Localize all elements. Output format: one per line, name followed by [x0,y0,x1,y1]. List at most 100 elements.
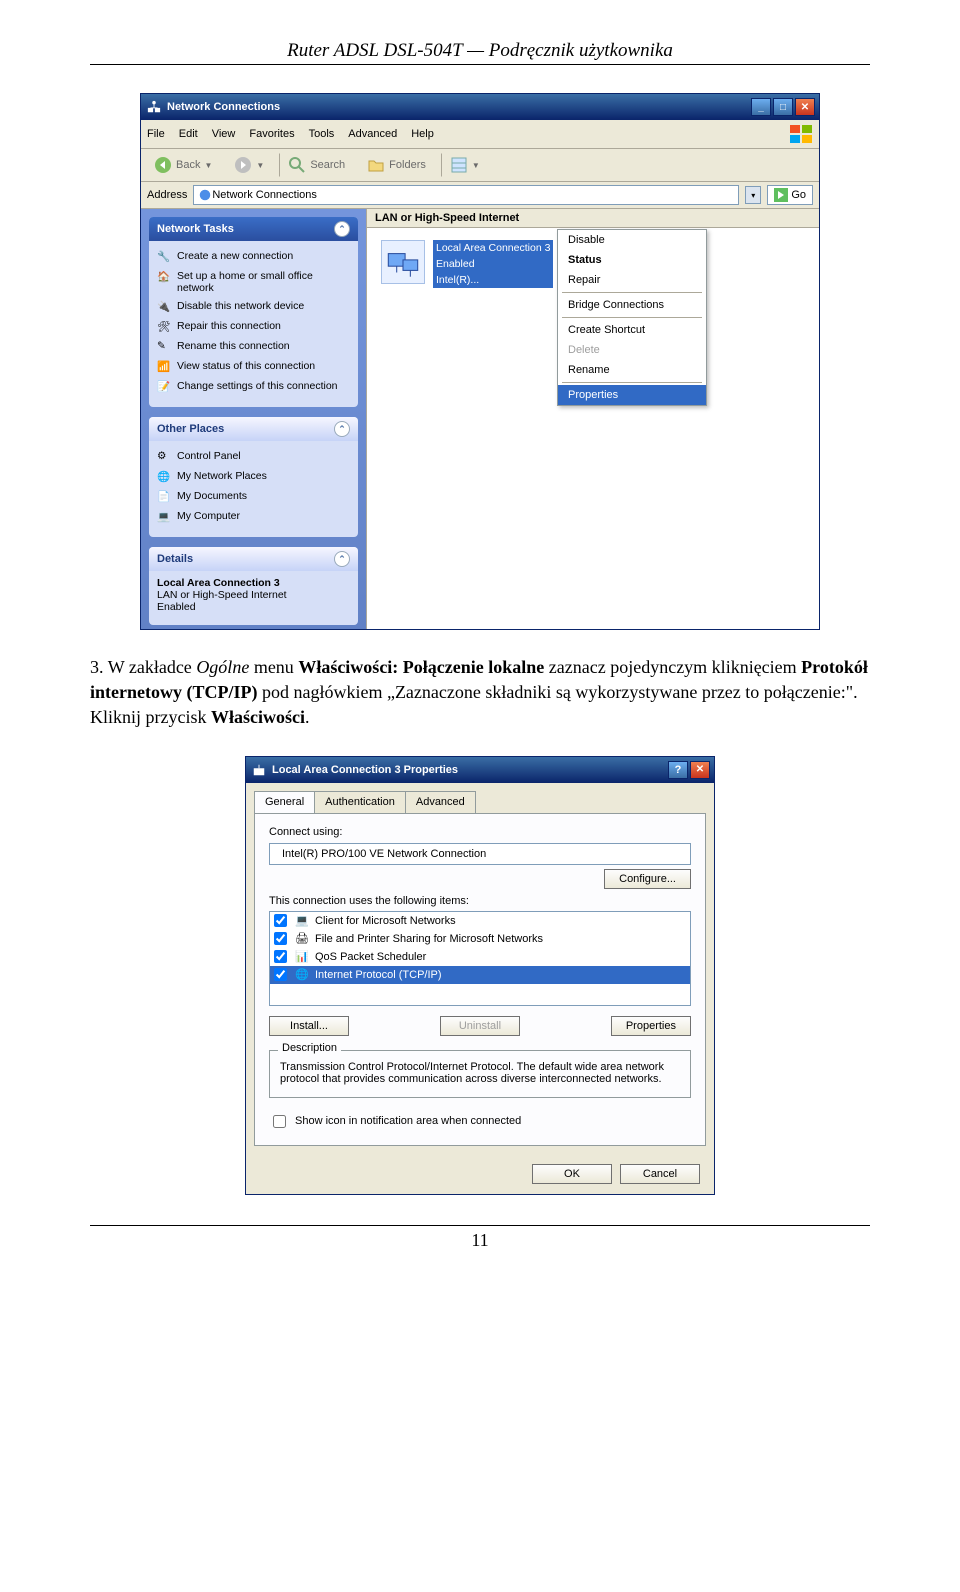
place-item[interactable]: 💻My Computer [157,507,350,527]
ctx-create-shortcut[interactable]: Create Shortcut [558,320,706,340]
window-title: Network Connections [167,101,749,113]
network-icon [147,100,161,114]
task-item[interactable]: ✎Rename this connection [157,337,350,357]
task-item[interactable]: 🛠Repair this connection [157,317,350,337]
component-item[interactable]: 📊 QoS Packet Scheduler [270,948,690,966]
place-item[interactable]: 📄My Documents [157,487,350,507]
component-item-selected[interactable]: 🌐 Internet Protocol (TCP/IP) [270,966,690,984]
ctx-properties[interactable]: Properties [558,385,706,405]
show-icon-label: Show icon in notification area when conn… [295,1115,521,1127]
go-arrow-icon [774,188,788,202]
menu-favorites[interactable]: Favorites [249,128,294,140]
panel-title: Details [157,553,193,565]
search-button[interactable]: Search [279,153,352,177]
component-checkbox[interactable] [274,914,287,927]
close-button[interactable]: ✕ [795,98,815,116]
component-item[interactable]: 💻 Client for Microsoft Networks [270,912,690,930]
ctx-bridge[interactable]: Bridge Connections [558,295,706,315]
tab-strip: General Authentication Advanced [246,783,714,813]
menu-help[interactable]: Help [411,128,434,140]
connection-state: Enabled [433,256,553,272]
ctx-disable[interactable]: Disable [558,230,706,250]
uses-label: This connection uses the following items… [269,895,691,907]
menu-view[interactable]: View [212,128,236,140]
collapse-icon[interactable]: ⌃ [334,421,350,437]
component-checkbox[interactable] [274,968,287,981]
tab-advanced[interactable]: Advanced [405,791,476,813]
details-type: LAN or High-Speed Internet [157,589,287,601]
my-computer-icon: 💻 [157,510,171,524]
description-groupbox: Description Transmission Control Protoco… [269,1050,691,1098]
address-dropdown-button[interactable]: ▾ [745,186,761,204]
category-header: LAN or High-Speed Internet [367,209,819,228]
views-button[interactable]: ▼ [441,153,487,177]
collapse-icon[interactable]: ⌃ [334,551,350,567]
connection-icon [381,240,425,284]
toolbar: Back ▼ ▼ Search Folders ▼ [141,149,819,182]
task-item[interactable]: 📶View status of this connection [157,357,350,377]
dialog-title: Local Area Connection 3 Properties [272,764,666,776]
panel-title: Other Places [157,423,224,435]
task-item[interactable]: 🔌Disable this network device [157,297,350,317]
component-item[interactable]: 🖨 File and Printer Sharing for Microsoft… [270,930,690,948]
address-input[interactable]: Network Connections [193,185,739,205]
components-listbox[interactable]: 💻 Client for Microsoft Networks 🖨 File a… [269,911,691,1006]
close-button[interactable]: ✕ [690,761,710,779]
ok-button[interactable]: OK [532,1164,612,1184]
repair-icon: 🛠 [157,320,171,334]
tab-general[interactable]: General [254,791,315,813]
tab-authentication[interactable]: Authentication [314,791,406,813]
disable-icon: 🔌 [157,300,171,314]
window-titlebar: Network Connections _ □ ✕ [141,94,819,120]
help-button[interactable]: ? [668,761,688,779]
menu-advanced[interactable]: Advanced [348,128,397,140]
uninstall-button: Uninstall [440,1016,520,1036]
task-item[interactable]: 🔧Create a new connection [157,247,350,267]
forward-button[interactable]: ▼ [227,153,271,177]
menu-edit[interactable]: Edit [179,128,198,140]
folders-button[interactable]: Folders [360,153,433,177]
address-bar: Address Network Connections ▾ Go [141,182,819,209]
menu-file[interactable]: File [147,128,165,140]
place-item[interactable]: ⚙Control Panel [157,447,350,467]
maximize-button[interactable]: □ [773,98,793,116]
details-state: Enabled [157,601,196,613]
collapse-icon[interactable]: ⌃ [334,221,350,237]
ctx-delete: Delete [558,340,706,360]
connection-name: Local Area Connection 3 [433,240,553,256]
ctx-rename[interactable]: Rename [558,360,706,380]
minimize-button[interactable]: _ [751,98,771,116]
client-icon: 💻 [295,914,309,928]
task-item[interactable]: 📝Change settings of this connection [157,377,350,397]
documents-icon: 📄 [157,490,171,504]
other-places-panel: Other Places ⌃ ⚙Control Panel 🌐My Networ… [149,417,358,537]
views-icon [450,156,468,174]
document-header: Ruter ADSL DSL-504T — Podręcznik użytkow… [90,40,870,65]
show-icon-checkbox[interactable] [273,1115,286,1128]
home-network-icon: 🏠 [157,270,171,284]
my-network-icon: 🌐 [157,470,171,484]
go-button[interactable]: Go [767,185,813,205]
cancel-button[interactable]: Cancel [620,1164,700,1184]
component-checkbox[interactable] [274,932,287,945]
network-icon [198,188,212,202]
details-connection-name: Local Area Connection 3 [157,577,280,589]
protocol-icon: 🌐 [295,968,309,982]
ctx-status[interactable]: Status [558,250,706,270]
panel-title: Network Tasks [157,223,234,235]
control-panel-icon: ⚙ [157,450,171,464]
ctx-repair[interactable]: Repair [558,270,706,290]
back-button[interactable]: Back ▼ [147,153,219,177]
main-content-area: LAN or High-Speed Internet Local Area Co… [366,209,819,629]
configure-button[interactable]: Configure... [604,869,691,889]
install-button[interactable]: Install... [269,1016,349,1036]
task-item[interactable]: 🏠Set up a home or small office network [157,267,350,297]
connection-icon [252,763,266,777]
place-item[interactable]: 🌐My Network Places [157,467,350,487]
address-label: Address [147,189,187,201]
network-connections-window: Network Connections _ □ ✕ File Edit View… [140,93,820,630]
component-checkbox[interactable] [274,950,287,963]
properties-button[interactable]: Properties [611,1016,691,1036]
folders-icon [367,156,385,174]
menu-tools[interactable]: Tools [309,128,335,140]
